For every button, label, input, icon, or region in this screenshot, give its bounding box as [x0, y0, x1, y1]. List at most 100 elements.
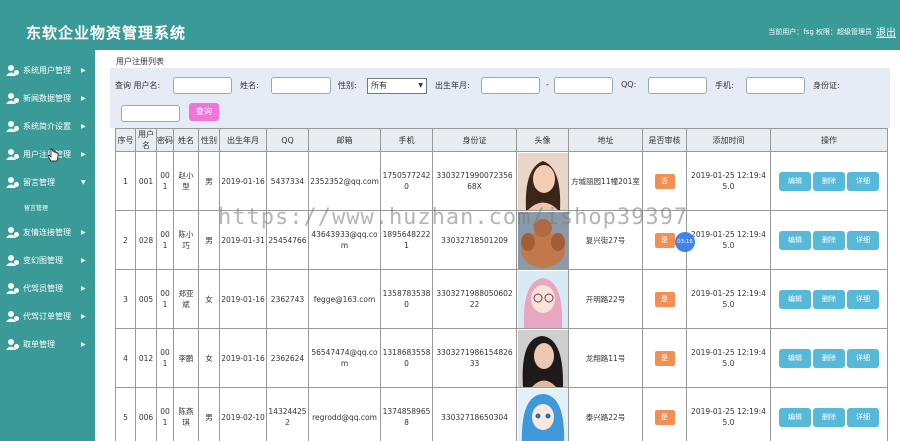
cell-email: 2352352@qq.com — [308, 151, 381, 211]
table-row: 4 012 001 李鹏 女 2019-01-16 2362624 565474… — [115, 328, 888, 388]
delete-button[interactable]: 删除 — [813, 289, 845, 309]
cell-qq: 5437334 — [266, 151, 309, 211]
status-badge[interactable]: 是 — [654, 291, 675, 307]
cell-birth: 2019-01-16 — [219, 328, 267, 388]
sidebar-item-orders[interactable]: 代驾订单管理 ▶ — [0, 302, 95, 330]
cell-username: 005 — [135, 269, 157, 329]
birth-start-input[interactable] — [481, 77, 540, 94]
cell-no: 3 — [115, 269, 136, 329]
name-label: 姓名: — [240, 81, 259, 90]
cell-qq: 143244252 — [266, 387, 309, 441]
sidebar-item-links[interactable]: 友情连接管理 ▶ — [0, 218, 95, 246]
avatar — [518, 270, 568, 328]
chevron-right-icon: ▶ — [81, 122, 86, 130]
col-header-birth: 出生年月 — [219, 128, 267, 152]
sidebar-item-system-users[interactable]: 系统用户管理 ▶ — [0, 56, 95, 84]
idcard-input[interactable] — [121, 105, 180, 122]
edit-button[interactable]: 编辑 — [779, 407, 811, 427]
delete-button[interactable]: 删除 — [813, 171, 845, 191]
chevron-down-icon: ▼ — [418, 82, 423, 89]
birth-end-input[interactable] — [554, 77, 613, 94]
user-icon — [6, 176, 20, 188]
sidebar-item-carousel[interactable]: 变幻图管理 ▶ — [0, 246, 95, 274]
sidebar-item-messages[interactable]: 留言管理 ▼ — [0, 168, 95, 196]
table-header-row: 序号 用户名 密码 姓名 性别 出生年月 QQ 邮箱 手机 身份证 头像 地址 … — [115, 128, 888, 152]
col-header-avatar: 头像 — [516, 128, 569, 152]
cell-idcard: 330327198805060222 — [432, 269, 517, 329]
cell-phone: 13186835580 — [380, 328, 433, 388]
sidebar-item-drivers[interactable]: 代驾员管理 ▶ — [0, 274, 95, 302]
cell-added: 2019-01-25 12:19:45.0 — [686, 387, 771, 441]
cell-no: 4 — [115, 328, 136, 388]
col-header-idcard: 身份证 — [432, 128, 517, 152]
mouse-pointer-icon — [48, 148, 59, 162]
cell-address: 泰兴路22号 — [568, 387, 643, 441]
edit-button[interactable]: 编辑 — [779, 230, 811, 250]
cell-address: 方城丽园11幢201室 — [568, 151, 643, 211]
name-input[interactable] — [271, 77, 331, 94]
edit-button[interactable]: 编辑 — [779, 348, 811, 368]
avatar — [518, 329, 568, 387]
sidebar-item-news[interactable]: 新闻数据管理 ▶ — [0, 84, 95, 112]
col-header-phone: 手机 — [380, 128, 433, 152]
current-user-info: 当前用户：fsg 权限：超级管理员 — [768, 28, 872, 36]
edit-button[interactable]: 编辑 — [779, 171, 811, 191]
user-icon — [6, 310, 20, 322]
qq-input[interactable] — [648, 77, 707, 94]
cell-name: 李鹏 — [173, 328, 199, 388]
query-button[interactable]: 查询 — [189, 103, 219, 121]
search-filter-bar: 查询 用户名: 姓名: 性别: 所有 ▼ 出生年月: - QQ: 手机: 身份证: — [110, 68, 890, 128]
cell-idcard: 330327198615482633 — [432, 328, 517, 388]
cell-name: 陈燕琪 — [173, 387, 199, 441]
qq-label: QQ: — [621, 80, 637, 89]
sidebar-subitem-messages[interactable]: 留言管理 — [0, 196, 95, 218]
cell-actions: 编辑 删除 详细 — [770, 387, 888, 441]
avatar — [518, 388, 568, 441]
cell-avatar — [516, 328, 569, 388]
username-input[interactable] — [173, 77, 232, 94]
chevron-right-icon: ▶ — [81, 256, 86, 264]
status-badge[interactable]: 是 — [654, 409, 675, 425]
cell-actions: 编辑 删除 详细 — [770, 210, 888, 270]
cell-idcard: 33032718650304 — [432, 387, 517, 441]
sidebar-item-intro[interactable]: 系统简介设置 ▶ — [0, 112, 95, 140]
edit-button[interactable]: 编辑 — [779, 289, 811, 309]
cell-status: 是 — [642, 328, 687, 388]
detail-button[interactable]: 详细 — [847, 230, 879, 250]
cell-password: 001 — [156, 151, 174, 211]
cell-gender: 女 — [198, 269, 220, 329]
logout-link[interactable]: 退出 — [876, 24, 896, 39]
watermark-text: https://www.huzhan.com/ishop39397 — [218, 205, 689, 230]
status-badge[interactable]: 否 — [654, 173, 675, 189]
cell-added: 2019-01-25 12:19:45.0 — [686, 328, 771, 388]
user-icon — [6, 226, 20, 238]
cell-no: 5 — [115, 387, 136, 441]
app-title: 东软企业物资管理系统 — [26, 24, 187, 42]
col-header-address: 地址 — [568, 128, 643, 152]
col-header-qq: QQ — [266, 128, 309, 152]
cell-status: 否 — [642, 151, 687, 211]
detail-button[interactable]: 详细 — [847, 289, 879, 309]
col-header-name: 姓名 — [173, 128, 199, 152]
user-icon — [6, 254, 20, 266]
sidebar-item-pickups[interactable]: 取单管理 ▶ — [0, 330, 95, 358]
cell-birth: 2019-01-16 — [219, 151, 267, 211]
delete-button[interactable]: 删除 — [813, 407, 845, 427]
gender-label: 性别: — [338, 81, 357, 90]
delete-button[interactable]: 删除 — [813, 348, 845, 368]
delete-button[interactable]: 删除 — [813, 230, 845, 250]
phone-input[interactable] — [746, 77, 805, 94]
detail-button[interactable]: 详细 — [847, 171, 879, 191]
gender-select[interactable]: 所有 ▼ — [367, 78, 427, 94]
cell-avatar — [516, 269, 569, 329]
cell-gender: 女 — [198, 328, 220, 388]
col-header-no: 序号 — [115, 128, 136, 152]
col-header-username: 用户名 — [135, 128, 157, 152]
user-icon — [6, 282, 20, 294]
status-badge[interactable]: 是 — [654, 232, 675, 248]
cell-name: 陈小巧 — [173, 210, 199, 270]
cell-email: regrodd@qq.com — [308, 387, 381, 441]
detail-button[interactable]: 详细 — [847, 407, 879, 427]
detail-button[interactable]: 详细 — [847, 348, 879, 368]
status-badge[interactable]: 是 — [654, 350, 675, 366]
